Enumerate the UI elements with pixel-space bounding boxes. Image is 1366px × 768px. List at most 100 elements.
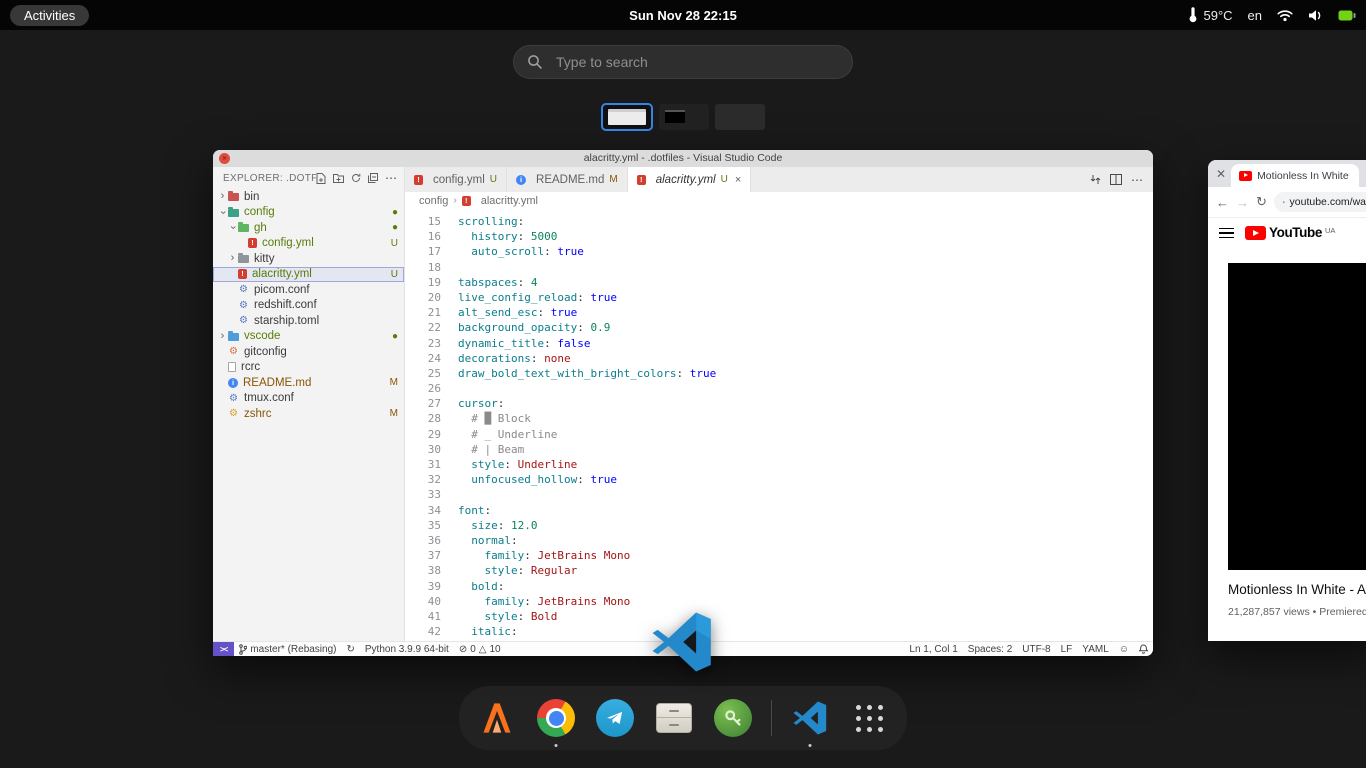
address-bar[interactable]: youtube.com/wa: [1274, 192, 1366, 212]
tree-item-bin[interactable]: ›bin: [213, 189, 404, 205]
tree-item-picom-conf[interactable]: picom.conf: [213, 282, 404, 298]
notifications-button[interactable]: [1134, 642, 1153, 656]
breadcrumb[interactable]: config › alacritty.yml: [405, 192, 1153, 209]
tab-alacritty-yml[interactable]: alacritty.ymlU×: [628, 167, 752, 192]
encoding-setting[interactable]: UTF-8: [1017, 642, 1055, 656]
back-icon[interactable]: ←: [1216, 195, 1229, 210]
workspace-thumbnail-2[interactable]: [659, 104, 709, 130]
vscode-window[interactable]: alacritty.yml - .dotfiles - Visual Studi…: [213, 150, 1153, 656]
workspace-thumbnail-3[interactable]: [715, 104, 765, 130]
tree-item-rcrc[interactable]: rcrc: [213, 360, 404, 376]
tree-item-redshift-conf[interactable]: redshift.conf: [213, 298, 404, 314]
new-file-icon[interactable]: [316, 173, 326, 184]
editor-more-actions-icon[interactable]: ⋯: [1131, 173, 1144, 187]
tab-config-yml[interactable]: config.ymlU: [405, 167, 507, 192]
line-number: 29: [405, 427, 441, 442]
code-line: 25draw_bold_text_with_bright_colors: tru…: [405, 366, 1153, 381]
dock-item-alacritty[interactable]: [476, 697, 518, 739]
code-line: 29 # _ Underline: [405, 427, 1153, 442]
menu-icon[interactable]: [1219, 228, 1234, 239]
more-actions-icon[interactable]: ⋯: [385, 171, 398, 185]
forward-icon[interactable]: →: [1236, 195, 1249, 210]
new-folder-icon[interactable]: [333, 173, 344, 183]
code-line: 41 style: Bold: [405, 609, 1153, 624]
chrome-window[interactable]: ✕ Motionless In White - ← → ↻ youtube.co…: [1208, 160, 1366, 641]
code-line: 38 style: Regular: [405, 563, 1153, 578]
tree-item-alacritty-yml[interactable]: alacritty.ymlU: [213, 267, 404, 283]
search-input[interactable]: [513, 45, 853, 79]
remote-indicator[interactable]: ><: [213, 642, 234, 656]
split-editor-icon[interactable]: [1110, 174, 1122, 185]
tree-item-gitconfig[interactable]: gitconfig: [213, 344, 404, 360]
chevron-icon: ›: [217, 191, 228, 202]
tree-item-label: README.md: [243, 377, 386, 389]
activities-button[interactable]: Activities: [10, 5, 89, 26]
eol-setting[interactable]: LF: [1056, 642, 1078, 656]
vscode-titlebar[interactable]: alacritty.yml - .dotfiles - Visual Studi…: [213, 150, 1153, 167]
tree-item-label: rcrc: [241, 361, 398, 373]
workspace-thumbnail-1[interactable]: [601, 103, 653, 131]
sync-button[interactable]: ↻: [342, 642, 360, 656]
code-line: 39 bold:: [405, 579, 1153, 594]
search-icon: [527, 54, 543, 70]
tree-item-readme-md[interactable]: README.mdM: [213, 375, 404, 391]
chrome-tab-strip: ✕ Motionless In White -: [1208, 160, 1366, 187]
tree-item-starship-toml[interactable]: starship.toml: [213, 313, 404, 329]
youtube-tab[interactable]: Motionless In White -: [1231, 164, 1359, 187]
python-interpreter[interactable]: Python 3.9.9 64-bit: [360, 642, 454, 656]
line-number: 17: [405, 244, 441, 259]
cursor-position[interactable]: Ln 1, Col 1: [904, 642, 962, 656]
code-line: 20live_config_reload: true: [405, 290, 1153, 305]
folder-icon: [238, 255, 249, 263]
tab-close-icon[interactable]: ✕: [1216, 167, 1226, 181]
warning-count: 10: [490, 644, 501, 655]
indentation-setting[interactable]: Spaces: 2: [963, 642, 1017, 656]
breadcrumb-file[interactable]: alacritty.yml: [481, 195, 538, 207]
problems-indicator[interactable]: ⊘ 0 △ 10: [454, 642, 506, 656]
gear-icon: [228, 408, 239, 419]
tree-item-zshrc[interactable]: zshrcM: [213, 406, 404, 422]
refresh-icon[interactable]: [351, 173, 361, 183]
chrome-icon: [537, 699, 575, 737]
tab-readme-md[interactable]: README.mdM: [507, 167, 628, 192]
line-number: 38: [405, 563, 441, 578]
dock-separator: [771, 700, 772, 736]
thermometer-icon: [1188, 7, 1198, 23]
youtube-logo[interactable]: YouTube UA: [1245, 226, 1335, 240]
video-player[interactable]: [1228, 263, 1366, 570]
dock-item-keepassxc[interactable]: [712, 697, 754, 739]
tree-item-config[interactable]: ›config●: [213, 205, 404, 221]
info-icon: [516, 175, 526, 185]
dock-item-telegram[interactable]: [594, 697, 636, 739]
keepassxc-icon: [714, 699, 752, 737]
tree-item-kitty[interactable]: ›kitty: [213, 251, 404, 267]
clock[interactable]: Sun Nov 28 22:15: [629, 8, 737, 23]
dock-item-vscode[interactable]: [789, 697, 831, 739]
tree-item-label: config.yml: [262, 237, 387, 249]
breadcrumb-folder[interactable]: config: [419, 195, 448, 207]
chevron-icon: ›: [217, 207, 228, 218]
keyboard-layout-indicator[interactable]: en: [1248, 8, 1262, 23]
tree-item-tmux-conf[interactable]: tmux.conf: [213, 391, 404, 407]
tree-item-config-yml[interactable]: config.ymlU: [213, 236, 404, 252]
tree-item-gh[interactable]: ›gh●: [213, 220, 404, 236]
open-changes-icon[interactable]: [1090, 174, 1101, 185]
line-number: 30: [405, 442, 441, 457]
window-close-button[interactable]: [219, 153, 230, 164]
dock-item-chrome[interactable]: [535, 697, 577, 739]
line-number: 36: [405, 533, 441, 548]
collapse-all-icon[interactable]: [368, 173, 378, 183]
code-editor[interactable]: 15scrolling:16 history: 500017 auto_scro…: [405, 209, 1153, 641]
system-status-area[interactable]: 59°C en: [1188, 7, 1356, 23]
language-mode[interactable]: YAML: [1077, 642, 1114, 656]
dock-item-app-grid[interactable]: [848, 697, 890, 739]
reload-icon[interactable]: ↻: [1256, 194, 1267, 210]
tab-close-icon[interactable]: ×: [735, 174, 741, 186]
git-branch-status[interactable]: master* (Rebasing): [234, 642, 341, 656]
workspace1-window-preview: [608, 109, 646, 125]
tree-item-label: tmux.conf: [244, 392, 398, 404]
dock-item-files[interactable]: [653, 697, 695, 739]
line-number: 28: [405, 411, 441, 426]
tree-item-vscode[interactable]: ›vscode●: [213, 329, 404, 345]
feedback-button[interactable]: ☺: [1114, 642, 1134, 656]
